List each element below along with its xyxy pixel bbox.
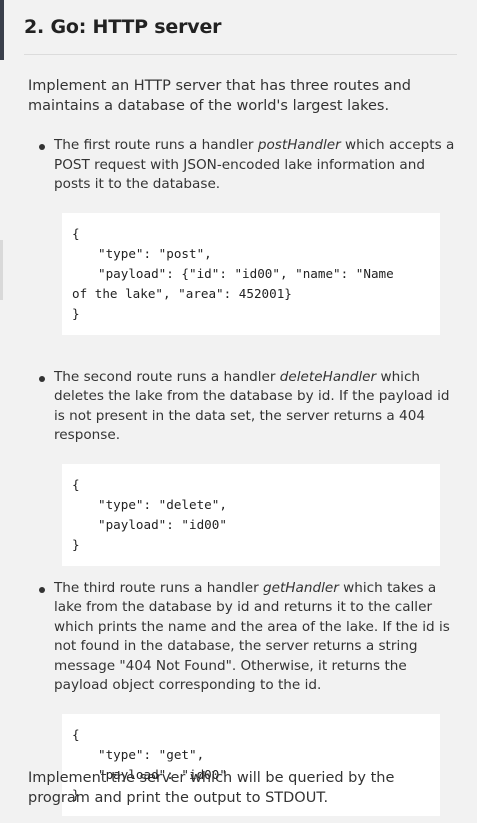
outro-paragraph: Implement the server which will be queri…	[28, 770, 395, 806]
left-accent-bar	[0, 0, 4, 60]
route-text-pre: The second route runs a handler	[54, 368, 280, 385]
bullet-icon	[39, 586, 45, 593]
code-line: {	[72, 225, 80, 241]
code-line: }	[72, 305, 80, 321]
code-line: {	[72, 726, 80, 742]
code-line: {	[72, 476, 80, 492]
route-description: The first route runs a handler postHandl…	[54, 136, 458, 195]
code-block: { "type": "delete", "payload": "id00" }	[62, 463, 440, 566]
route-description: The second route runs a handler deleteHa…	[54, 368, 458, 446]
problem-content: Implement an HTTP server that has three …	[28, 76, 458, 816]
code-line: "payload": "id00"	[98, 516, 227, 532]
route-item-delete: The second route runs a handler deleteHa…	[28, 368, 458, 566]
route-text-pre: The first route runs a handler	[54, 137, 258, 153]
code-line: "type": "get",	[98, 746, 205, 762]
intro-paragraph: Implement an HTTP server that has three …	[28, 78, 412, 114]
page-title: 2. Go: HTTP server	[24, 16, 222, 38]
handler-name: deleteHandler	[279, 368, 377, 385]
bullet-icon	[39, 375, 45, 382]
route-item-post: The first route runs a handler postHandl…	[28, 136, 458, 335]
handler-name: postHandler	[257, 137, 341, 153]
code-line: "type": "delete",	[98, 496, 227, 512]
route-text-pre: The third route runs a handler	[54, 579, 263, 596]
code-line: "payload": {"id": "id00", "name": "Name	[98, 265, 394, 281]
handler-name: getHandler	[262, 579, 339, 596]
code-block: { "type": "post", "payload": {"id": "id0…	[62, 212, 440, 335]
left-scroll-tick	[0, 240, 3, 300]
routes-list: The first route runs a handler postHandl…	[28, 136, 458, 816]
code-line: }	[72, 536, 80, 552]
code-line: "type": "post",	[98, 245, 212, 261]
section-header: 2. Go: HTTP server	[24, 16, 457, 55]
code-line: of the lake", "area": 452001}	[72, 285, 292, 301]
bullet-icon	[39, 144, 45, 150]
route-text-post: which takes a lake from the database by …	[54, 579, 450, 694]
route-description: The third route runs a handler getHandle…	[54, 579, 458, 696]
